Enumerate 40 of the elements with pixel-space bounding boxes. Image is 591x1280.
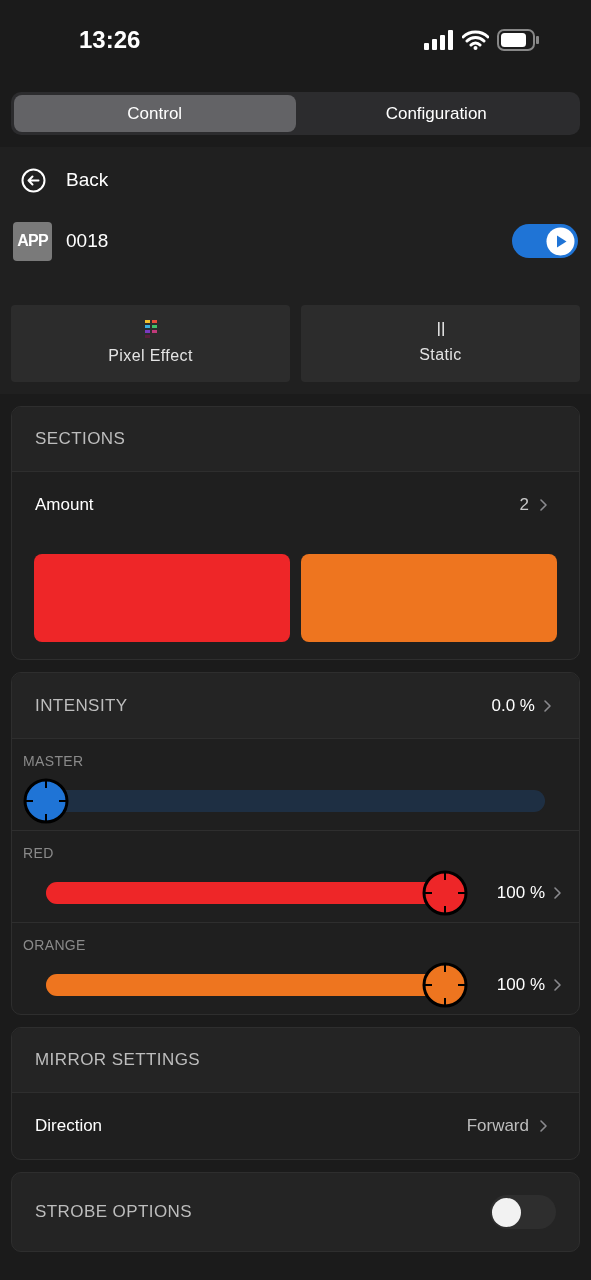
direction-value: Forward: [466, 1115, 529, 1138]
slider-label: ORANGE: [23, 936, 87, 955]
play-icon: [546, 226, 575, 256]
chevron-icon: [539, 498, 548, 512]
segment-tab[interactable]: Configuration: [295, 95, 577, 132]
mode-button[interactable]: Pixel Effect: [11, 305, 290, 382]
chevron-icon: [553, 978, 562, 992]
card-heading: SECTIONS: [35, 428, 126, 451]
app-badge: APP: [13, 221, 52, 261]
direction-label: Direction: [35, 1115, 103, 1138]
battery-icon: [497, 29, 539, 51]
amount-value: 2: [519, 494, 529, 517]
slider-label: MASTER: [23, 752, 85, 771]
amount-label: Amount: [35, 494, 94, 517]
strobe-toggle[interactable]: [490, 1195, 556, 1229]
slider-thumb[interactable]: [422, 870, 468, 916]
chevron-icon: [539, 1119, 548, 1133]
segment-tab[interactable]: Control: [14, 95, 296, 132]
slider-reading: 100 %: [496, 974, 545, 997]
chevron-icon: [553, 886, 562, 900]
color-swatch[interactable]: [34, 554, 290, 642]
power-toggle[interactable]: [512, 224, 578, 258]
pause-bars-icon: [435, 320, 446, 337]
status-time: 13:26: [79, 25, 141, 55]
intensity-value: 0.0 %: [491, 694, 535, 717]
slider-thumb[interactable]: [422, 962, 468, 1008]
color-swatch[interactable]: [301, 554, 557, 642]
card-heading: INTENSITY: [35, 694, 128, 717]
slider-reading: 100 %: [496, 882, 545, 905]
card-heading: MIRROR SETTINGS: [35, 1049, 201, 1072]
pixel-grid-icon: [143, 319, 158, 338]
chevron-icon: [543, 698, 552, 713]
slider-label: RED: [23, 844, 55, 863]
signal-icon: [424, 30, 454, 50]
mode-button[interactable]: Static: [301, 305, 580, 382]
device-name: 0018: [66, 228, 109, 253]
wifi-icon: [462, 30, 489, 50]
back-link[interactable]: Back: [66, 165, 109, 195]
slider-thumb[interactable]: [23, 778, 69, 824]
card-heading: STROBE OPTIONS: [35, 1201, 193, 1224]
